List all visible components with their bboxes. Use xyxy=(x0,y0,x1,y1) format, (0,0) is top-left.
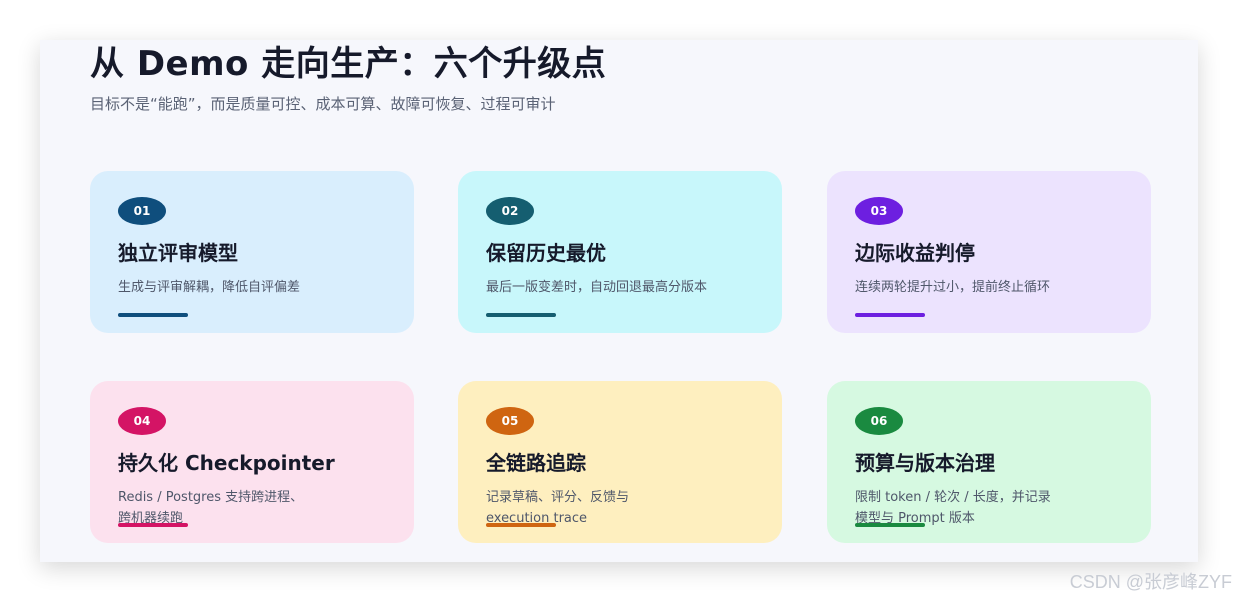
card-title: 边际收益判停 xyxy=(855,241,975,265)
card-description: 生成与评审解耦，降低自评偏差 xyxy=(118,277,398,298)
card-keep-best-history: 02 保留历史最优 最后一版变差时，自动回退最高分版本 xyxy=(458,171,782,333)
card-description-line: 限制 token / 轮次 / 长度，并记录 xyxy=(855,490,1051,505)
card-title: 预算与版本治理 xyxy=(855,451,995,475)
card-description-line: 记录草稿、评分、反馈与 xyxy=(486,490,630,505)
accent-bar xyxy=(486,523,556,527)
card-description: 连续两轮提升过小，提前终止循环 xyxy=(855,277,1135,298)
card-title: 持久化 Checkpointer xyxy=(118,451,335,475)
page-subtitle: 目标不是“能跑”，而是质量可控、成本可算、故障可恢复、过程可审计 xyxy=(90,95,556,113)
slide: 从 Demo 走向生产：六个升级点 目标不是“能跑”，而是质量可控、成本可算、故… xyxy=(40,40,1198,562)
card-persistent-checkpointer: 04 持久化 Checkpointer Redis / Postgres 支持跨… xyxy=(90,381,414,543)
accent-bar xyxy=(855,313,925,317)
card-title: 独立评审模型 xyxy=(118,241,238,265)
card-marginal-gain-stop: 03 边际收益判停 连续两轮提升过小，提前终止循环 xyxy=(827,171,1151,333)
card-title: 全链路追踪 xyxy=(486,451,586,475)
step-number-badge: 03 xyxy=(855,197,903,225)
card-budget-version-governance: 06 预算与版本治理 限制 token / 轮次 / 长度，并记录 模型与 Pr… xyxy=(827,381,1151,543)
card-independent-review: 01 独立评审模型 生成与评审解耦，降低自评偏差 xyxy=(90,171,414,333)
card-description-line: Redis / Postgres 支持跨进程、 xyxy=(118,490,304,505)
watermark: CSDN @张彦峰ZYF xyxy=(1069,572,1232,592)
step-number-badge: 05 xyxy=(486,407,534,435)
step-number-badge: 02 xyxy=(486,197,534,225)
accent-bar xyxy=(855,523,925,527)
card-title: 保留历史最优 xyxy=(486,241,606,265)
step-number-badge: 06 xyxy=(855,407,903,435)
card-description: 最后一版变差时，自动回退最高分版本 xyxy=(486,277,766,298)
card-description-line: 生成与评审解耦，降低自评偏差 xyxy=(118,280,301,295)
accent-bar xyxy=(486,313,556,317)
accent-bar xyxy=(118,523,188,527)
page-title: 从 Demo 走向生产：六个升级点 xyxy=(90,44,607,84)
accent-bar xyxy=(118,313,188,317)
step-number-badge: 01 xyxy=(118,197,166,225)
card-full-trace: 05 全链路追踪 记录草稿、评分、反馈与 execution trace xyxy=(458,381,782,543)
step-number-badge: 04 xyxy=(118,407,166,435)
card-description-line: 最后一版变差时，自动回退最高分版本 xyxy=(486,280,708,295)
card-description-line: 连续两轮提升过小，提前终止循环 xyxy=(855,280,1051,295)
